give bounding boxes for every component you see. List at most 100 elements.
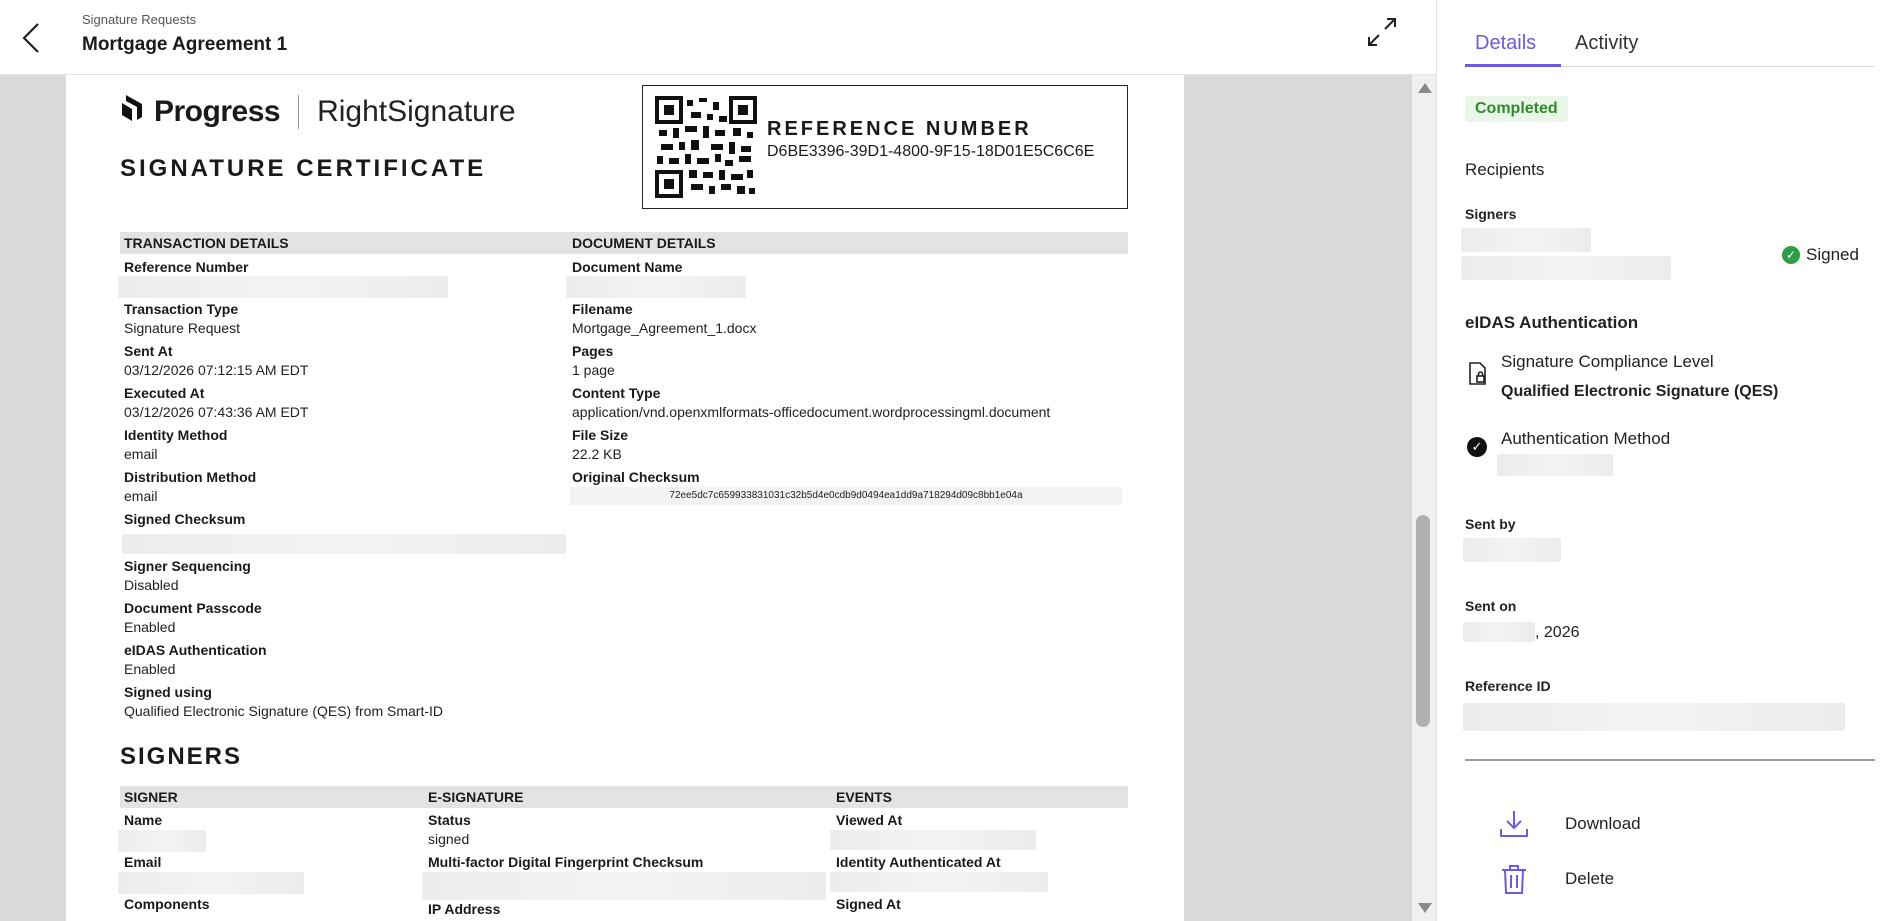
signed-at-label: Signed At — [836, 896, 901, 912]
download-label: Download — [1565, 814, 1641, 833]
download-icon — [1497, 807, 1531, 841]
transaction-type-value: Signature Request — [124, 320, 240, 336]
sent-at-value: 03/12/2026 07:12:15 AM EDT — [124, 362, 309, 378]
scroll-down-icon[interactable] — [1418, 903, 1432, 913]
compliance-level-label: Signature Compliance Level — [1501, 352, 1714, 371]
signed-status-label: Signed — [1806, 245, 1859, 264]
trash-icon — [1497, 862, 1531, 896]
fingerprint-label: Multi-factor Digital Fingerprint Checksu… — [428, 854, 704, 870]
logo-divider — [298, 94, 300, 129]
certificate-page: Progress RightSignature SIGNATURE CERTIF… — [66, 75, 1184, 921]
eidas-auth-value: Enabled — [124, 661, 176, 677]
redacted-reference-id — [1463, 703, 1845, 731]
components-label: Components — [124, 896, 210, 912]
tab-details[interactable]: Details — [1475, 32, 1536, 55]
signer-sequencing-label: Signer Sequencing — [124, 558, 251, 574]
redacted-signer-email — [1461, 256, 1671, 280]
qr-code-icon — [655, 96, 757, 198]
check-circle-icon: ✓ — [1467, 437, 1487, 457]
scroll-up-icon[interactable] — [1418, 83, 1432, 93]
redacted-document-name — [566, 276, 746, 298]
status-badge: Completed — [1465, 96, 1568, 122]
progress-logo: Progress RightSignature — [120, 93, 516, 130]
eidas-auth-label: eIDAS Authentication — [124, 642, 267, 658]
document-details-header: DOCUMENT DETAILS — [568, 232, 1128, 254]
status-value: signed — [428, 831, 470, 847]
identity-method-value: email — [124, 446, 158, 462]
document-name-label: Document Name — [572, 259, 683, 275]
reference-box: REFERENCE NUMBER D6BE3396-39D1-4800-9F15… — [642, 85, 1128, 209]
signer-name-label: Name — [124, 812, 163, 828]
redacted-signer-name — [118, 830, 206, 852]
document-viewer[interactable]: Progress RightSignature SIGNATURE CERTIF… — [0, 75, 1436, 921]
delete-label: Delete — [1565, 869, 1615, 888]
logo-product: RightSignature — [317, 94, 516, 128]
auth-method-label: Authentication Method — [1501, 429, 1671, 448]
signed-checksum-label: Signed Checksum — [124, 511, 246, 527]
reference-number-label: Reference Number — [124, 259, 249, 275]
redacted-identity-authenticated — [830, 872, 1048, 892]
reference-value: D6BE3396-39D1-4800-9F15-18D01E5C6C6E — [767, 143, 1095, 160]
details-sidebar: Details Activity Completed Recipients Si… — [1436, 0, 1893, 921]
back-arrow-icon[interactable] — [18, 18, 46, 58]
pages-label: Pages — [572, 343, 614, 359]
file-size-label: File Size — [572, 427, 629, 443]
transaction-details-header: TRANSACTION DETAILS — [120, 232, 568, 254]
delete-button[interactable]: Delete — [1497, 862, 1614, 896]
active-tab-indicator — [1465, 64, 1561, 67]
pages-value: 1 page — [572, 362, 615, 378]
redacted-signer-name — [1461, 228, 1591, 252]
download-button[interactable]: Download — [1497, 807, 1641, 841]
esignature-column-header: E-SIGNATURE — [424, 786, 832, 808]
expand-icon[interactable] — [1366, 16, 1398, 48]
redacted-signer-email — [118, 872, 304, 894]
document-passcode-label: Document Passcode — [124, 600, 262, 616]
redacted-sent-on-date — [1463, 622, 1535, 642]
reference-id-label: Reference ID — [1465, 678, 1551, 694]
signer-sequencing-value: Disabled — [124, 577, 179, 593]
viewer-scrollbar[interactable] — [1412, 75, 1436, 921]
check-circle-icon: ✓ — [1782, 246, 1800, 264]
redacted-signed-checksum — [122, 534, 566, 554]
viewed-at-label: Viewed At — [836, 812, 903, 828]
filename-label: Filename — [572, 301, 633, 317]
tab-activity[interactable]: Activity — [1575, 32, 1638, 55]
signers-label: Signers — [1465, 206, 1517, 222]
file-size-value: 22.2 KB — [572, 446, 622, 462]
signed-using-label: Signed using — [124, 684, 212, 700]
logo-brand: Progress — [154, 94, 281, 128]
compliance-level-value: Qualified Electronic Signature (QES) — [1501, 383, 1779, 400]
content-type-value: application/vnd.openxmlformats-officedoc… — [572, 404, 1051, 420]
progress-mark-icon — [120, 93, 148, 130]
document-passcode-value: Enabled — [124, 619, 176, 635]
redacted-reference-number — [118, 276, 448, 298]
section-divider — [1465, 759, 1875, 761]
transaction-type-label: Transaction Type — [124, 301, 239, 317]
breadcrumb[interactable]: Signature Requests — [82, 12, 196, 27]
events-column-header: EVENTS — [832, 786, 1128, 808]
signers-heading: SIGNERS — [120, 743, 243, 770]
document-header: Signature Requests Mortgage Agreement 1 — [0, 0, 1436, 75]
filename-value: Mortgage_Agreement_1.docx — [572, 320, 757, 336]
identity-method-label: Identity Method — [124, 427, 228, 443]
original-checksum-value: 72ee5dc7c659933831031c32b5d4e0cdb9d0494e… — [570, 487, 1122, 505]
original-checksum-label: Original Checksum — [572, 469, 700, 485]
page-title: Mortgage Agreement 1 — [82, 34, 288, 55]
content-type-label: Content Type — [572, 385, 661, 401]
scrollbar-thumb[interactable] — [1416, 515, 1430, 727]
certificate-heading: SIGNATURE CERTIFICATE — [120, 155, 487, 182]
sent-at-label: Sent At — [124, 343, 173, 359]
recipients-heading: Recipients — [1465, 160, 1545, 179]
sent-on-label: Sent on — [1465, 598, 1517, 614]
reference-heading: REFERENCE NUMBER — [767, 118, 1032, 140]
redacted-sent-by — [1463, 538, 1561, 562]
redacted-auth-method — [1497, 454, 1613, 476]
signer-status: ✓ Signed — [1782, 245, 1859, 265]
ip-address-label: IP Address — [428, 901, 501, 917]
distribution-method-label: Distribution Method — [124, 469, 257, 485]
redacted-viewed-at — [830, 830, 1036, 850]
signer-email-label: Email — [124, 854, 162, 870]
signed-using-value: Qualified Electronic Signature (QES) fro… — [124, 703, 443, 719]
status-label: Status — [428, 812, 471, 828]
distribution-method-value: email — [124, 488, 158, 504]
